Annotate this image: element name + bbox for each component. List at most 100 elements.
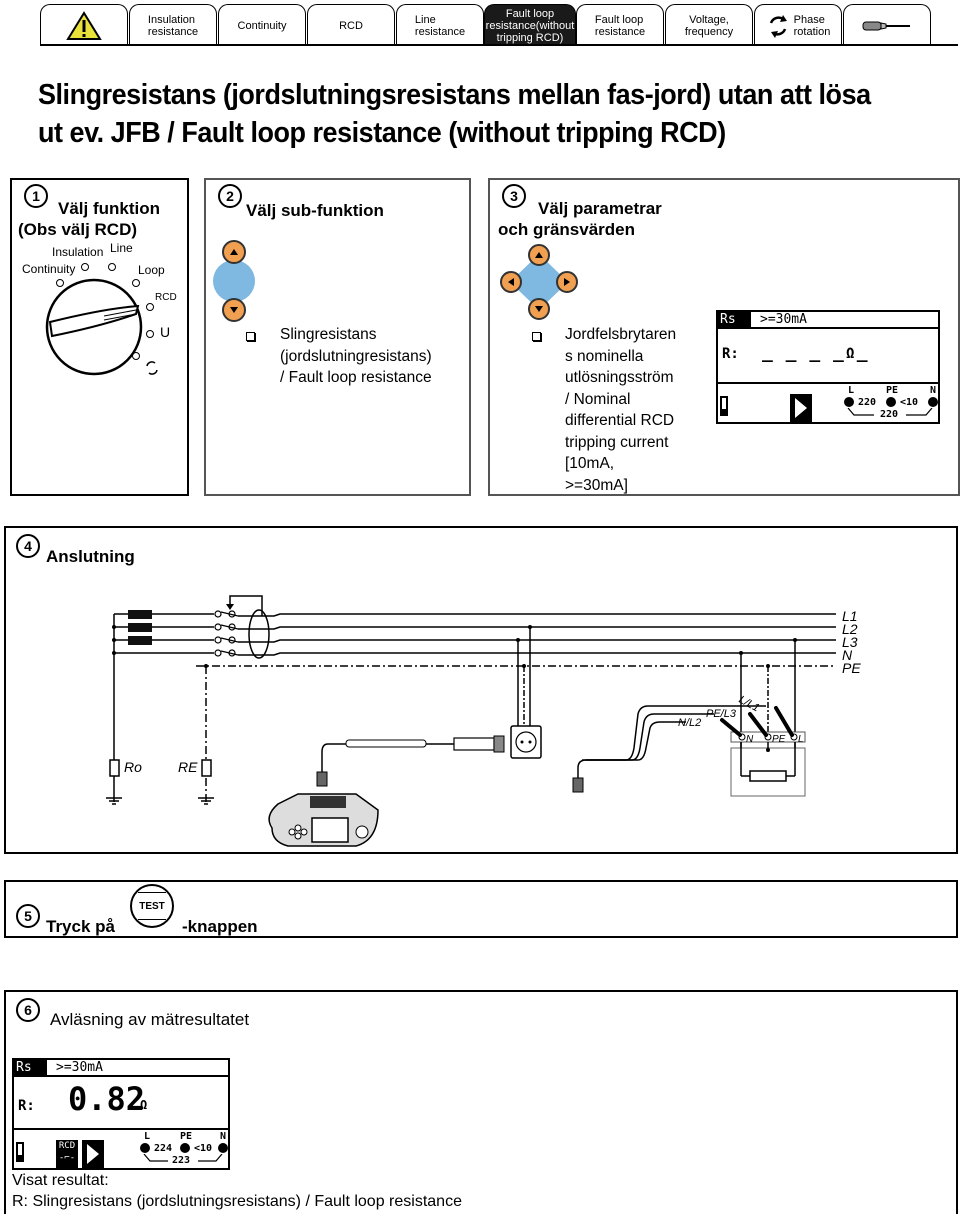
step5-text-after: -knappen	[182, 917, 258, 936]
tab-fault-loop-resistance[interactable]: Fault loop resistance	[576, 4, 664, 46]
terminal-dot	[180, 1143, 190, 1153]
instrument-display: Rs >=30mA R: _ _ _ _ _ Ω L PE N 220 <10 …	[716, 310, 940, 424]
function-dial[interactable]: Insulation Line Continuity Loop RCD U	[12, 240, 187, 490]
up-down-keys[interactable]	[210, 238, 270, 328]
step5-panel: 5 Tryck på TEST -knappen	[4, 880, 958, 938]
fuse	[128, 610, 152, 619]
battery-icon	[16, 1142, 24, 1162]
coiled-cable	[345, 739, 427, 748]
probe-label-pe-l3: PE/L3	[706, 708, 736, 720]
display-function: Rs	[14, 1060, 47, 1075]
checkbox-bullet	[246, 332, 255, 341]
display-r-label: R:	[722, 346, 739, 362]
step5-text-before: Tryck på	[46, 917, 115, 936]
terminal-n: N	[930, 385, 937, 396]
tab-rcd[interactable]: RCD	[307, 4, 395, 46]
battery-icon	[720, 396, 728, 416]
terminal-dot	[928, 397, 938, 407]
display-unit: Ω	[140, 1098, 148, 1112]
voltage-pe-n: <10	[194, 1143, 213, 1154]
display-header: Rs >=30mA	[14, 1060, 228, 1077]
ground-symbol	[106, 797, 214, 805]
step3-panel: 3 Välj parametrar och gränsvärden Jordfe…	[488, 178, 960, 496]
result-display: Rs >=30mA R: 0.82 Ω RCD -⌐- L PE N 224 <1…	[12, 1058, 230, 1170]
tab-line-resistance[interactable]: Line resistance	[396, 4, 484, 46]
voltage-pe-n: <10	[900, 397, 919, 408]
tab-warning[interactable]	[40, 4, 128, 46]
step6-title: Avläsning av mätresultatet	[50, 1010, 250, 1029]
terminal-n: N	[220, 1131, 227, 1142]
result-heading: Visat resultat:	[12, 1172, 109, 1189]
terminal-pe: PE	[886, 385, 899, 396]
phase-rotation-icon	[769, 14, 787, 38]
step2-option-text: Slingresistans (jordslutningresistans) /…	[280, 326, 432, 386]
test-button[interactable]: TEST	[130, 884, 174, 928]
step-number: 2	[218, 184, 242, 208]
display-parameter: >=30mA	[56, 1060, 103, 1075]
display-parameter: >=30mA	[760, 312, 807, 327]
tab-voltage-frequency[interactable]: Voltage, frequency	[665, 4, 753, 46]
fuse	[128, 623, 152, 632]
display-header: Rs >=30mA	[718, 312, 938, 329]
step2-panel: 2 Välj sub-funktion Slingresistans (jord…	[204, 178, 471, 496]
load-resistor	[749, 770, 787, 782]
rcd-contacts	[214, 610, 236, 657]
connector	[572, 777, 584, 793]
checkbox-bullet	[532, 332, 541, 341]
step-number: 3	[502, 184, 526, 208]
terminal-dot	[844, 397, 854, 407]
play-icon	[82, 1140, 104, 1168]
display-function: Rs	[718, 312, 751, 327]
page-title: Slingresistans (jordslutningsresistans m…	[38, 79, 871, 149]
dial-label-line: Line	[110, 241, 133, 255]
display-divider	[14, 1128, 228, 1130]
function-tabs: Insulation resistance Continuity RCD Lin…	[40, 4, 960, 46]
step2-title: Välj sub-funktion	[246, 201, 384, 220]
terminal-label-n: N	[746, 734, 754, 745]
step3-title: Välj parametrar	[538, 199, 662, 218]
display-r-value: 0.82	[68, 1080, 146, 1118]
terminal-l: L	[848, 385, 855, 396]
rcd-toroid	[248, 609, 270, 659]
step6-panel: 6 Avläsning av mätresultatet Rs >=30mA R…	[4, 990, 958, 1214]
display-r-label: R:	[18, 1098, 35, 1114]
tab-insulation-resistance[interactable]: Insulation resistance	[129, 4, 217, 46]
display-unit: Ω	[846, 346, 855, 362]
probe-label-n-l2: N/L2	[678, 717, 702, 729]
fuse	[128, 636, 152, 645]
tab-tools[interactable]	[843, 4, 931, 46]
voltage-l-pe: 224	[154, 1143, 173, 1154]
result-description: R: Slingresistans (jordslutningsresistan…	[12, 1193, 462, 1210]
line-label-pe: PE	[842, 660, 861, 676]
connection-diagram	[106, 595, 836, 847]
tab-fault-loop-no-trip[interactable]: Fault loop resistance(without tripping R…	[484, 4, 576, 46]
dial-label-loop: Loop	[138, 263, 165, 277]
warning-icon	[66, 10, 102, 40]
plug	[453, 737, 495, 751]
resistor-label-re: RE	[178, 759, 198, 775]
terminal-label-pe: PE	[772, 734, 786, 745]
step-number: 5	[16, 904, 40, 928]
display-divider	[718, 382, 938, 384]
tab-phase-rotation[interactable]: Phase rotation	[754, 4, 842, 46]
dial-label-insulation: Insulation	[52, 245, 103, 259]
dial-label-continuity: Continuity	[22, 262, 75, 276]
dial-label-rcd: RCD	[155, 292, 177, 303]
direction-keys[interactable]	[498, 244, 580, 324]
terminal-label-l: L	[798, 734, 804, 745]
step-number: 1	[24, 184, 48, 208]
screwdriver-icon	[862, 21, 910, 30]
terminal-pe: PE	[180, 1131, 193, 1142]
play-icon	[790, 394, 812, 422]
connector	[316, 771, 328, 787]
step-number: 6	[16, 998, 40, 1022]
dial-label-u: U	[160, 324, 170, 340]
rcd-badge: RCD -⌐-	[56, 1140, 78, 1168]
test-instrument	[268, 793, 379, 847]
tab-continuity[interactable]: Continuity	[218, 4, 306, 46]
step4-panel: 4 Anslutning L1 L2 L3 N PE Ro RE L/L1 PE…	[4, 526, 958, 854]
voltage-l-pe: 220	[858, 397, 877, 408]
terminal-l: L	[144, 1131, 151, 1142]
step3-subtitle: och gränsvärden	[498, 220, 635, 239]
tabs-divider	[40, 44, 958, 46]
